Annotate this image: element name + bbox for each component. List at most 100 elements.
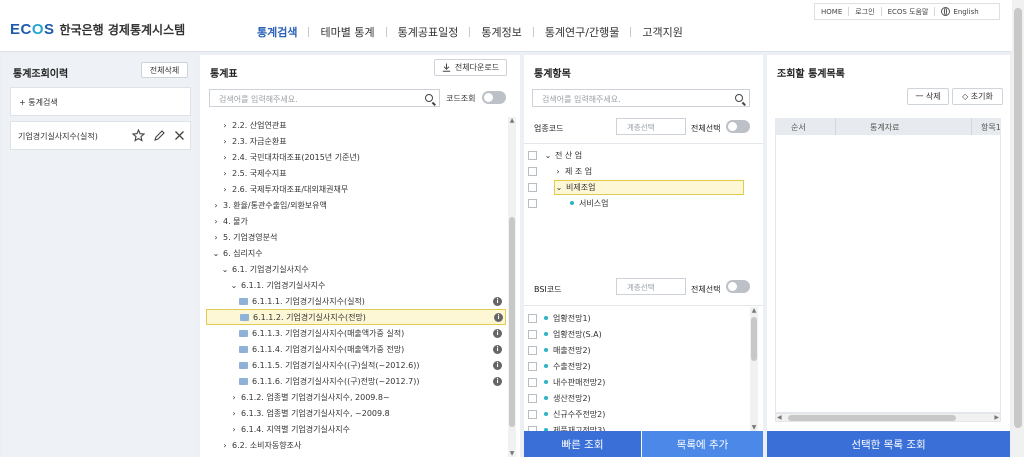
query-grid-hscroll[interactable]: ◀ ▶ xyxy=(775,413,1001,422)
chevron-right-icon[interactable]: › xyxy=(221,169,229,178)
info-icon[interactable]: i xyxy=(493,296,502,306)
tree-folder-item[interactable]: › 2.5. 국제수지표 xyxy=(206,165,506,181)
checkbox[interactable] xyxy=(528,345,537,355)
close-icon[interactable] xyxy=(174,130,185,141)
col-order[interactable]: 순서 xyxy=(791,122,806,133)
page-scrollbar[interactable] xyxy=(1012,0,1024,457)
info-icon[interactable]: i xyxy=(493,360,502,370)
chevron-right-icon[interactable]: › xyxy=(221,185,229,194)
chevron-right-icon[interactable]: › xyxy=(212,217,220,226)
chevron-down-icon[interactable]: ⌄ xyxy=(212,249,220,258)
bsi-scrollbar[interactable]: ▲ ▼ xyxy=(750,307,758,431)
page-scroll-thumb[interactable] xyxy=(1014,8,1022,428)
chevron-right-icon[interactable]: › xyxy=(230,409,238,418)
tree-folder-item[interactable]: › 2.6. 국제투자대조표/대외채권채무 xyxy=(206,181,506,197)
chevron-down-icon[interactable]: ⌄ xyxy=(230,281,238,290)
tree-leaf-item[interactable]: 6.1.1.4. 기업경기실사지수(매출액가중 전망) i xyxy=(206,341,506,357)
tree-folder-item[interactable]: › 2.2. 산업연관표 xyxy=(206,117,506,133)
reset-button[interactable]: ◇ 초기화 xyxy=(952,88,1003,105)
quick-query-button[interactable]: 빠른 조회 xyxy=(524,431,641,457)
checkbox[interactable] xyxy=(528,182,537,192)
tree-folder-item[interactable]: › 5. 기업경영분석 xyxy=(206,229,506,245)
industry-item[interactable]: ⌄ 비제조업 xyxy=(524,179,763,195)
tree-folder-item[interactable]: ⌄ 6.1. 기업경기실사지수 xyxy=(206,261,506,277)
nav-theme-stats[interactable]: 테마별 통계 xyxy=(309,24,385,40)
tree-folder-item[interactable]: ⌄ 6. 심리지수 xyxy=(206,245,506,261)
chevron-right-icon[interactable]: › xyxy=(221,137,229,146)
search-icon[interactable] xyxy=(425,94,433,102)
tree-folder-item[interactable]: › 2.3. 자금순환표 xyxy=(206,133,506,149)
util-english-link[interactable]: English xyxy=(935,7,984,16)
chevron-down-icon[interactable]: ⌄ xyxy=(544,151,552,160)
industry-level-select[interactable]: 계층선택 xyxy=(616,118,686,135)
chevron-right-icon[interactable]: › xyxy=(221,121,229,130)
tree-leaf-item[interactable]: 6.1.1.2. 기업경기실사지수(전망) i xyxy=(206,309,506,325)
scroll-left-arrow[interactable]: ◀ xyxy=(777,414,782,421)
bsi-level-select[interactable]: 계층선택 xyxy=(616,278,686,295)
download-all-button[interactable]: 전체다운로드 xyxy=(434,59,507,76)
nav-stat-info[interactable]: 통계정보 xyxy=(470,24,532,40)
chevron-right-icon[interactable]: › xyxy=(554,167,562,176)
checkbox[interactable] xyxy=(528,329,537,339)
industry-item[interactable]: › 제 조 업 xyxy=(524,163,763,179)
chevron-right-icon[interactable]: › xyxy=(221,153,229,162)
checkbox[interactable] xyxy=(528,166,537,176)
checkbox[interactable] xyxy=(528,409,537,419)
bsi-item[interactable]: 내수판매전망2) xyxy=(524,374,763,390)
hscroll-thumb[interactable] xyxy=(788,415,956,421)
bsi-select-all-toggle[interactable] xyxy=(726,280,750,293)
checkbox[interactable] xyxy=(528,361,537,371)
nav-stat-search[interactable]: 통계검색 xyxy=(246,24,308,40)
bsi-item[interactable]: 신규수주전망2) xyxy=(524,406,763,422)
table-search-input[interactable]: 검색어를 입력해주세요. xyxy=(209,89,440,107)
search-icon[interactable] xyxy=(735,94,743,102)
star-icon[interactable] xyxy=(132,129,145,142)
chevron-down-icon[interactable]: ⌄ xyxy=(221,265,229,274)
industry-select-all-toggle[interactable] xyxy=(726,120,750,133)
info-icon[interactable]: i xyxy=(493,376,502,386)
add-to-list-button[interactable]: 목록에 추가 xyxy=(642,431,763,457)
tree-folder-item[interactable]: › 6.1.2. 업종별 기업경기실사지수, 2009.8~ xyxy=(206,389,506,405)
delete-button[interactable]: 一 삭제 xyxy=(907,88,949,105)
tree-folder-item[interactable]: › 6.2. 소비자동향조사 xyxy=(206,437,506,453)
industry-item[interactable]: 서비스업 xyxy=(524,195,763,211)
info-icon[interactable]: i xyxy=(494,312,503,322)
edit-icon[interactable] xyxy=(153,129,166,142)
bsi-item[interactable]: 업황전망(S.A) xyxy=(524,326,763,342)
checkbox[interactable] xyxy=(528,313,537,323)
tree-leaf-item[interactable]: 6.1.1.3. 기업경기실사지수(매출액가중 실적) i xyxy=(206,325,506,341)
util-help-link[interactable]: ECOS 도움말 xyxy=(882,7,935,17)
scroll-down-arrow[interactable]: ▼ xyxy=(750,424,758,431)
chevron-right-icon[interactable]: › xyxy=(230,425,238,434)
tree-folder-item[interactable]: ›6.3. 경제심리지수 xyxy=(206,453,506,457)
bsi-item[interactable]: 매출전망2) xyxy=(524,342,763,358)
chevron-right-icon[interactable]: › xyxy=(212,233,220,242)
delete-all-button[interactable]: 전체삭제 xyxy=(141,62,188,78)
tree-leaf-item[interactable]: 6.1.1.1. 기업경기실사지수(실적) i xyxy=(206,293,506,309)
nav-research[interactable]: 통계연구/간행물 xyxy=(534,24,631,40)
history-item[interactable]: 기업경기실사지수(실적) xyxy=(10,121,191,150)
tree-scrollbar[interactable]: ▲ ▼ xyxy=(508,117,516,457)
add-search-card[interactable]: + 통계검색 xyxy=(10,87,191,116)
util-home-link[interactable]: HOME xyxy=(815,8,848,16)
tree-scroll-thumb[interactable] xyxy=(509,217,515,427)
tree-leaf-item[interactable]: 6.1.1.5. 기업경기실사지수((구)실적(~2012.6)) i xyxy=(206,357,506,373)
info-icon[interactable]: i xyxy=(493,344,502,354)
checkbox[interactable] xyxy=(528,198,537,208)
util-login-link[interactable]: 로그인 xyxy=(849,7,880,17)
tree-folder-item[interactable]: › 6.1.3. 업종별 기업경기실사지수, ~2009.8 xyxy=(206,405,506,421)
bsi-scroll-thumb[interactable] xyxy=(751,317,757,361)
info-icon[interactable]: i xyxy=(493,328,502,338)
chevron-right-icon[interactable]: › xyxy=(230,393,238,402)
chevron-right-icon[interactable]: › xyxy=(221,441,229,450)
tree-folder-item[interactable]: ⌄ 6.1.1. 기업경기실사지수 xyxy=(206,277,506,293)
bsi-item[interactable]: 생산전망2) xyxy=(524,390,763,406)
checkbox[interactable] xyxy=(528,150,537,160)
nav-support[interactable]: 고객지원 xyxy=(631,24,693,40)
chevron-right-icon[interactable]: › xyxy=(212,201,220,210)
item-search-input[interactable]: 검색어를 입력해주세요. xyxy=(532,89,750,107)
bsi-item[interactable]: 제품재고전망3) xyxy=(524,422,763,431)
bsi-item[interactable]: 업황전망1) xyxy=(524,310,763,326)
code-lookup-toggle[interactable] xyxy=(482,91,506,104)
industry-item[interactable]: ⌄ 전 산 업 xyxy=(524,147,763,163)
